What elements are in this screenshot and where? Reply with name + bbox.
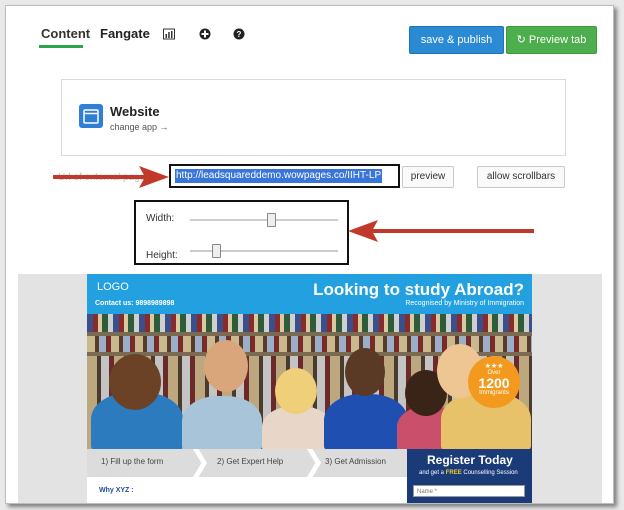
preview-tab-label: Preview tab bbox=[528, 34, 587, 46]
lp-header: LOGO Contact us: 9898989898 Looking to s… bbox=[87, 274, 532, 314]
size-sliders-panel: Width: Height: bbox=[134, 200, 349, 265]
width-slider-track[interactable] bbox=[190, 219, 338, 221]
stats-icon[interactable] bbox=[163, 28, 175, 40]
student-3-head bbox=[275, 368, 317, 414]
svg-text:?: ? bbox=[237, 30, 242, 39]
height-label: Height: bbox=[146, 250, 178, 261]
why-heading: Why XYZ : bbox=[99, 487, 134, 494]
allow-scrollbars-button[interactable]: allow scrollbars bbox=[477, 166, 565, 188]
preview-tab-button[interactable]: ↻ Preview tab bbox=[506, 26, 597, 54]
external-url-input[interactable]: http://leadsquareddemo.wowpages.co/IIHT-… bbox=[169, 164, 400, 188]
landing-page: LOGO Contact us: 9898989898 Looking to s… bbox=[87, 274, 532, 503]
height-slider-handle[interactable] bbox=[212, 244, 222, 258]
step-3: 3) Get Admission bbox=[325, 457, 386, 466]
students-photo: ★★★ Over 1200 Immigrants bbox=[87, 314, 532, 449]
url-value: http://leadsquareddemo.wowpages.co/IIHT-… bbox=[175, 169, 383, 183]
student-1-head bbox=[109, 354, 161, 410]
register-title: Register Today bbox=[427, 453, 513, 467]
immigrants-badge: ★★★ Over 1200 Immigrants bbox=[468, 356, 520, 408]
page-preview: LOGO Contact us: 9898989898 Looking to s… bbox=[18, 274, 602, 503]
badge-text: Immigrants bbox=[479, 390, 509, 396]
preview-url-button[interactable]: preview bbox=[402, 166, 454, 188]
app-card: Website change app → bbox=[61, 79, 566, 156]
plus-circle-icon[interactable] bbox=[199, 28, 211, 40]
active-tab-indicator bbox=[39, 45, 83, 48]
name-input[interactable]: Name * bbox=[413, 485, 525, 497]
register-panel: Register Today and get a FREE Counsellin… bbox=[407, 449, 532, 503]
change-app-link[interactable]: change app → bbox=[110, 122, 169, 132]
annotation-arrow-left bbox=[348, 220, 534, 242]
tab-fangate[interactable]: Fangate bbox=[100, 26, 150, 41]
lp-subtitle: Recognised by Ministry of Immigration bbox=[405, 300, 524, 307]
bookshelf-top bbox=[87, 314, 532, 332]
student-4 bbox=[324, 394, 408, 449]
tab-content[interactable]: Content bbox=[41, 26, 90, 41]
student-4-head bbox=[345, 348, 385, 396]
save-publish-button[interactable]: save & publish bbox=[409, 26, 504, 54]
width-label: Width: bbox=[146, 213, 175, 224]
lp-logo: LOGO bbox=[97, 281, 129, 293]
student-2 bbox=[182, 396, 262, 449]
help-circle-icon[interactable]: ? bbox=[233, 28, 245, 40]
register-subtitle: and get a FREE Counselling Session bbox=[419, 470, 518, 476]
badge-number: 1200 bbox=[478, 375, 510, 391]
app-title: Website bbox=[110, 104, 160, 119]
step-1: 1) Fill up the form bbox=[101, 457, 164, 466]
refresh-icon: ↻ bbox=[516, 34, 526, 46]
width-slider-handle[interactable] bbox=[266, 213, 276, 227]
lp-contact: Contact us: 9898989898 bbox=[95, 300, 175, 307]
step-2: 2) Get Expert Help bbox=[217, 457, 284, 466]
app-frame: Content Fangate ? save & publish ↻ Previ… bbox=[5, 5, 614, 504]
badge-stars: ★★★ bbox=[484, 363, 504, 370]
step-chevron bbox=[307, 449, 321, 477]
annotation-arrow-right bbox=[53, 166, 169, 188]
website-app-icon bbox=[79, 104, 103, 128]
lp-title: Looking to study Abroad? bbox=[313, 280, 524, 299]
register-sub-pre: and get a bbox=[419, 470, 445, 476]
steps-bar: 1) Fill up the form 2) Get Expert Help 3… bbox=[87, 449, 417, 477]
student-2-head bbox=[204, 340, 248, 392]
step-chevron bbox=[193, 449, 207, 477]
register-sub-post: Counselling Session bbox=[463, 470, 518, 476]
register-sub-free: FREE bbox=[445, 470, 462, 476]
